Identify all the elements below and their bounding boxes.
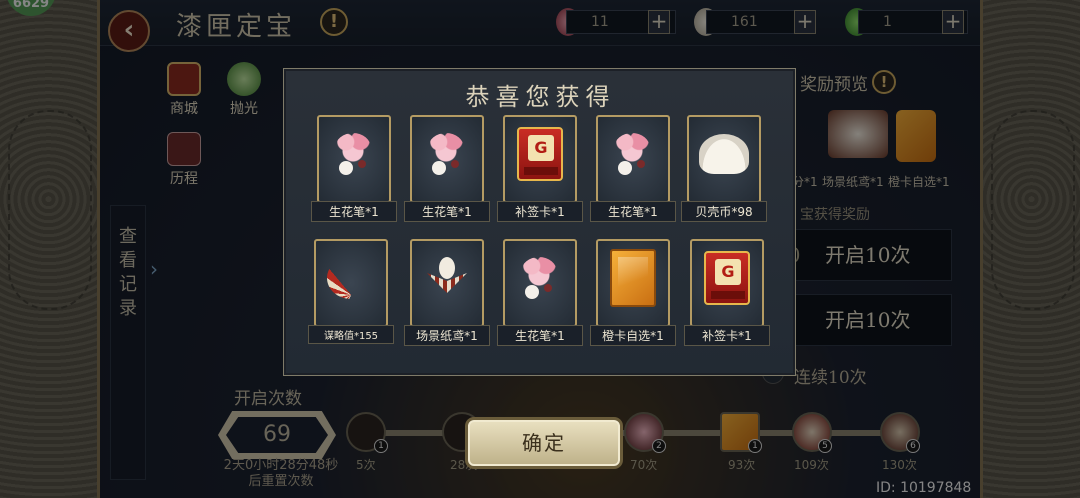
item-label: 橙卡自选*1 [590,325,676,346]
item-frame [314,239,388,327]
reward-item[interactable]: 生花笔*1 [590,115,676,222]
reward-modal: 恭喜您获得 生花笔*1 生花笔*1 补签卡*1 生花笔*1 贝壳币*98 谋略值… [283,68,796,376]
confirm-button[interactable]: 确定 [468,420,620,466]
item-label: 场景纸鸢*1 [404,325,490,346]
item-frame [690,239,764,327]
item-label: 补签卡*1 [497,201,583,222]
flower-brush-icon [331,131,377,177]
reward-item[interactable]: 橙卡自选*1 [590,239,676,346]
item-frame [317,115,391,203]
item-frame [410,115,484,203]
item-label: 贝壳币*98 [681,201,767,222]
item-label: 生花笔*1 [404,201,490,222]
flower-brush-icon [610,131,656,177]
reward-item[interactable]: 谋略值*155 [308,239,394,344]
reward-item[interactable]: 生花笔*1 [404,115,490,222]
item-frame [503,115,577,203]
orange-card-icon [610,248,656,307]
item-label: 生花笔*1 [311,201,397,222]
modal-title: 恭喜您获得 [465,83,616,111]
item-frame [410,239,484,327]
item-label: 生花笔*1 [497,325,583,346]
item-label: 谋略值*155 [308,325,394,344]
item-frame [503,239,577,327]
kite-icon [425,255,469,301]
reward-item[interactable]: 生花笔*1 [497,239,583,346]
reward-item[interactable]: 生花笔*1 [311,115,397,222]
fan-icon [327,256,375,299]
item-label: 补签卡*1 [684,325,770,346]
reward-item[interactable]: 补签卡*1 [497,115,583,222]
resign-card-icon [517,126,563,181]
resign-card-icon [704,250,750,305]
item-frame [687,115,761,203]
reward-item[interactable]: 贝壳币*98 [681,115,767,222]
shell-icon [699,133,749,174]
item-label: 生花笔*1 [590,201,676,222]
item-frame [596,115,670,203]
reward-item[interactable]: 补签卡*1 [684,239,770,346]
reward-item[interactable]: 场景纸鸢*1 [404,239,490,346]
flower-brush-icon [517,255,563,301]
flower-brush-icon [424,131,470,177]
item-frame [596,239,670,327]
